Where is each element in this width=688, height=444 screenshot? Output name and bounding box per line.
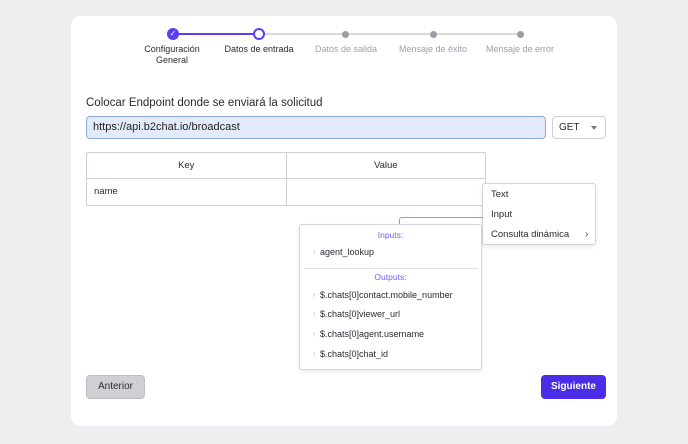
step-3-pending-dot[interactable] (342, 31, 349, 38)
outputs-group-header: Outputs: (374, 272, 407, 282)
list-item[interactable]: ↑ $.chats[0]chat_id (312, 349, 388, 359)
step-5-pending-dot[interactable] (517, 31, 524, 38)
step-connector-3 (349, 33, 430, 35)
chevron-right-icon: › (585, 229, 589, 240)
endpoint-section-title: Colocar Endpoint donde se enviará la sol… (86, 97, 323, 109)
list-item[interactable]: ↑ $.chats[0]contact.mobile_number (312, 290, 453, 300)
step-4-label[interactable]: Mensaje de éxito (388, 44, 478, 55)
variable-icon: ↑ (312, 350, 316, 359)
key-value-table: Key Value name (86, 152, 486, 206)
inputs-group-header: Inputs: (377, 230, 404, 240)
chevron-down-icon (591, 126, 597, 130)
variable-label: $.chats[0]viewer_url (320, 309, 401, 319)
menu-item-text[interactable]: Text (491, 189, 508, 200)
menu-item-input[interactable]: Input (491, 209, 512, 220)
variable-icon: ↑ (312, 291, 316, 300)
variable-icon: ↑ (312, 248, 316, 257)
variable-label: agent_lookup (320, 247, 375, 257)
group-divider (304, 268, 478, 269)
step-connector-2 (264, 33, 343, 35)
menu-item-dynamic-query-label: Consulta dinámica (491, 229, 570, 240)
previous-button[interactable]: Anterior (86, 375, 145, 399)
variable-label: $.chats[0]agent.username (320, 329, 425, 339)
dynamic-variables-menu: Inputs: ↑ agent_lookup Outputs: ↑ $.chats[… (299, 224, 482, 370)
step-1-check-icon[interactable]: ✓ (167, 28, 179, 40)
column-header-value: Value (285, 153, 486, 178)
http-method-select[interactable]: GET (552, 116, 606, 139)
next-button[interactable]: Siguiente (541, 375, 606, 399)
variable-icon: ↑ (312, 330, 316, 339)
menu-item-dynamic-query[interactable]: Consulta dinámica › (491, 229, 595, 240)
variable-icon: ↑ (312, 310, 316, 319)
list-item[interactable]: ↑ agent_lookup (312, 247, 374, 257)
variable-label: $.chats[0]chat_id (320, 349, 389, 359)
table-header-row: Key Value (87, 153, 485, 179)
value-type-menu: Text Input Consulta dinámica › (482, 183, 596, 245)
variable-label: $.chats[0]contact.mobile_number (320, 290, 453, 300)
list-item[interactable]: ↑ $.chats[0]agent.username (312, 329, 424, 339)
step-5-label[interactable]: Mensaje de error (475, 44, 565, 55)
list-item[interactable]: ↑ $.chats[0]viewer_url (312, 309, 400, 319)
step-2-current-indicator[interactable] (253, 28, 265, 40)
column-header-key: Key (178, 160, 195, 171)
http-method-value: GET (559, 122, 580, 133)
step-connector-4 (436, 33, 517, 35)
step-2-label[interactable]: Datos de entrada (214, 44, 304, 55)
step-connector-1 (178, 33, 254, 35)
key-cell[interactable]: name (87, 179, 286, 205)
step-3-label[interactable]: Datos de salida (301, 44, 391, 55)
step-1-label[interactable]: Configuración General (127, 44, 217, 66)
table-row: name (87, 179, 485, 205)
value-cell[interactable] (285, 179, 486, 205)
endpoint-url-input[interactable]: https://api.b2chat.io/broadcast (86, 116, 546, 139)
step-4-pending-dot[interactable] (430, 31, 437, 38)
